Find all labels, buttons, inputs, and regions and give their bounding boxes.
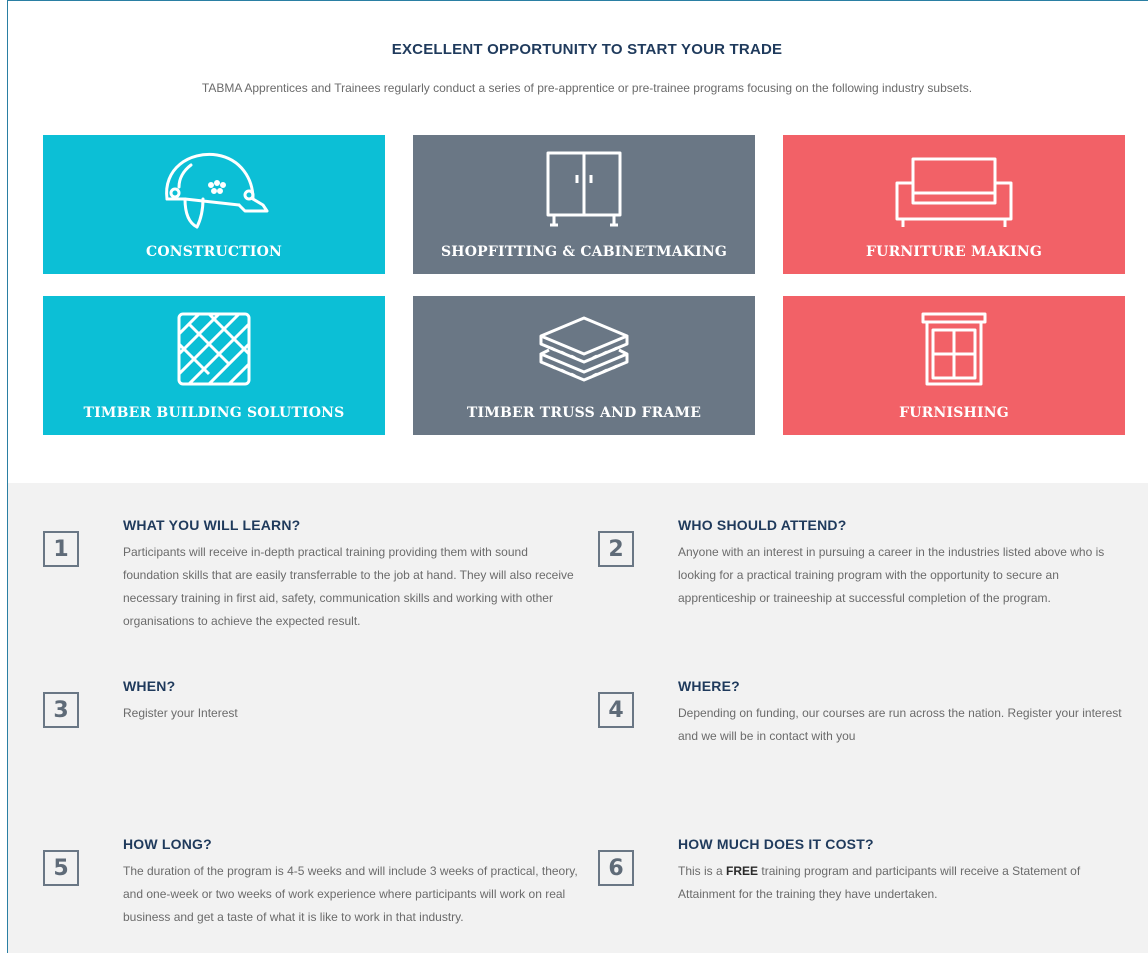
- tile-label: TIMBER BUILDING SOLUTIONS: [83, 405, 345, 421]
- info-text: The duration of the program is 4-5 weeks…: [123, 864, 578, 924]
- cost-text-before: This is a: [678, 864, 727, 878]
- stacked-panels-icon: [413, 310, 755, 388]
- step-number-box: 1: [43, 531, 79, 567]
- cabinet-icon: [413, 149, 755, 227]
- info-text: Participants will receive in-depth pract…: [123, 545, 574, 628]
- section-heading: EXCELLENT OPPORTUNITY TO START YOUR TRAD…: [391, 41, 783, 58]
- step-number-box: 2: [598, 531, 634, 567]
- step-number-box: 4: [598, 692, 634, 728]
- info-title: WHAT YOU WILL LEARN?: [123, 517, 301, 533]
- tile-label: SHOPFITTING & CABINETMAKING: [440, 244, 728, 260]
- tile-label: FURNISHING: [899, 405, 1009, 421]
- tile-label: CONSTRUCTION: [145, 244, 282, 260]
- info-title: WHERE?: [678, 678, 740, 694]
- tile-label: TIMBER TRUSS AND FRAME: [466, 405, 702, 421]
- window-icon: [783, 310, 1125, 388]
- info-title: HOW MUCH DOES IT COST?: [678, 836, 874, 852]
- hard-hat-icon: [43, 149, 385, 229]
- step-number-box: 6: [598, 850, 634, 886]
- trades-section: EXCELLENT OPPORTUNITY TO START YOUR TRAD…: [8, 1, 1148, 483]
- info-text: Anyone with an interest in pursuing a ca…: [678, 545, 1105, 605]
- parquet-icon: [43, 310, 385, 388]
- sofa-icon: [783, 149, 1125, 227]
- tile-furnishing[interactable]: FURNISHING: [783, 296, 1125, 435]
- section-intro: TABMA Apprentices and Trainees regularly…: [201, 81, 973, 95]
- tile-construction[interactable]: CONSTRUCTION: [43, 135, 385, 274]
- info-title: WHEN?: [123, 678, 176, 694]
- free-emphasis: FREE: [726, 864, 759, 878]
- tile-furniture-making[interactable]: FURNITURE MAKING: [783, 135, 1125, 274]
- step-number-box: 5: [43, 850, 79, 886]
- step-number-box: 3: [43, 692, 79, 728]
- tile-timber-truss[interactable]: TIMBER TRUSS AND FRAME: [413, 296, 755, 435]
- program-info-section: 1 WHAT YOU WILL LEARN? Participants will…: [8, 483, 1148, 953]
- info-title: HOW LONG?: [123, 836, 212, 852]
- tile-label: FURNITURE MAKING: [866, 244, 1042, 260]
- info-text: This is a FREE training program and part…: [678, 860, 1133, 906]
- tile-timber-building[interactable]: TIMBER BUILDING SOLUTIONS: [43, 296, 385, 435]
- info-title: WHO SHOULD ATTEND?: [678, 517, 847, 533]
- info-text: Register your Interest: [123, 706, 238, 720]
- tile-shopfitting[interactable]: SHOPFITTING & CABINETMAKING: [413, 135, 755, 274]
- info-text: Depending on funding, our courses are ru…: [678, 706, 1122, 743]
